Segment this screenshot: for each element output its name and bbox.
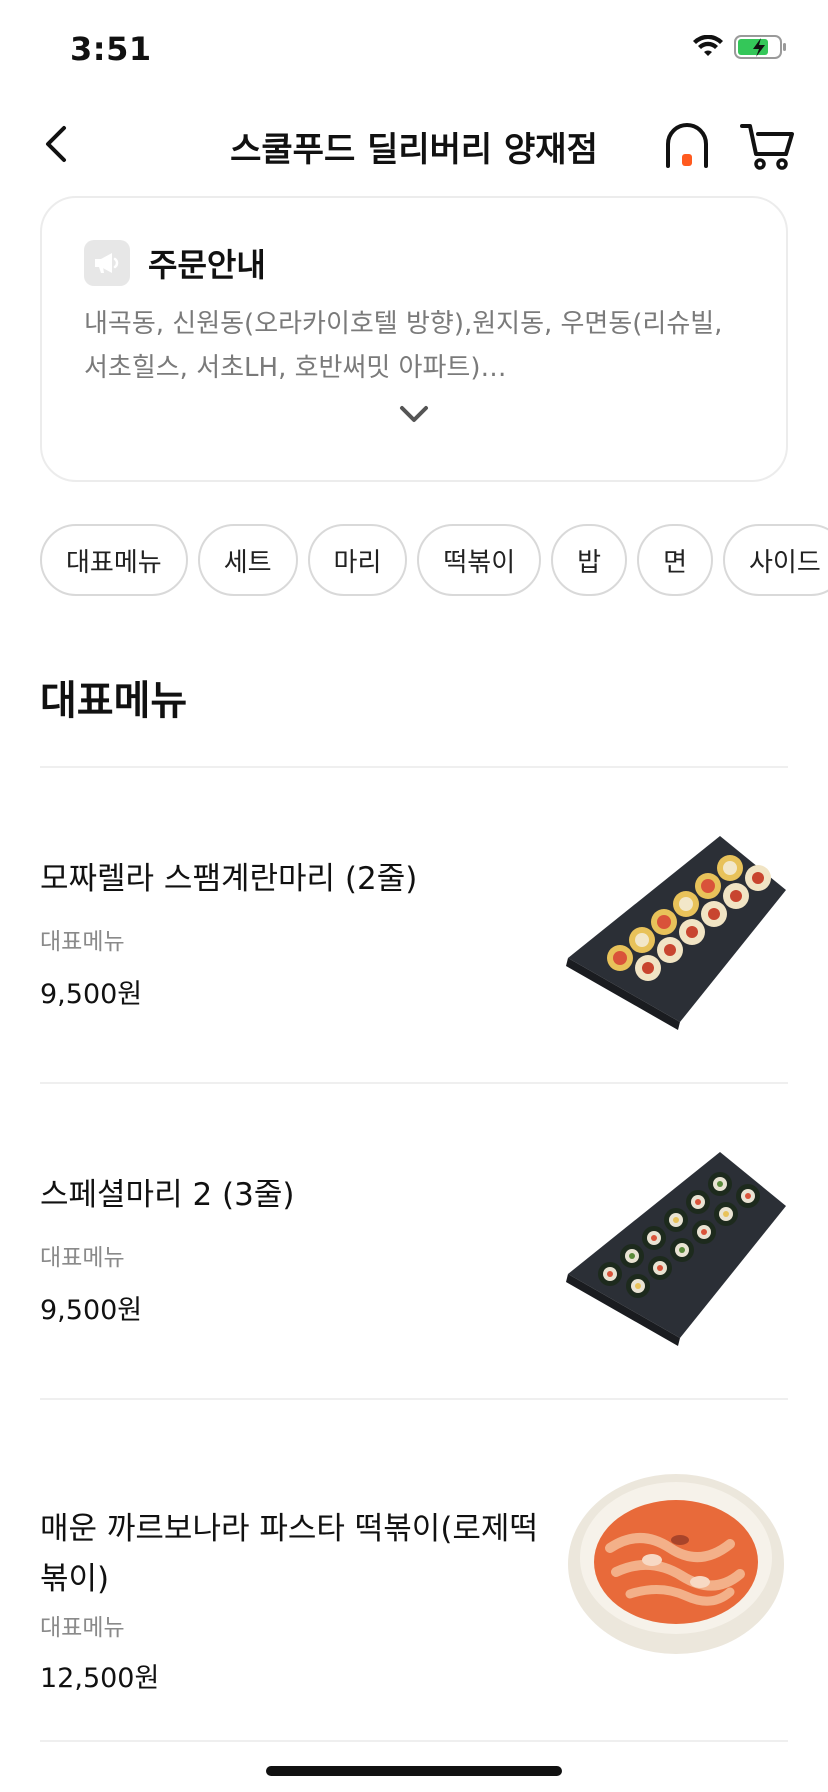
- status-time: 3:51: [70, 30, 152, 68]
- notice-text-line: 서초힐스, 서초LH, 호반써밋 아파트)…: [84, 353, 507, 383]
- menu-item-category: 대표메뉴: [40, 1615, 125, 1641]
- menu-item-name: 스페셜마리 2 (3줄): [40, 1177, 295, 1213]
- divider: [40, 1740, 788, 1742]
- notice-text-line: 내곡동, 신원동(오라카이호텔 방향),원지동, 우면동(리슈빌,: [84, 309, 723, 339]
- back-button[interactable]: [30, 118, 82, 170]
- notice-header: 주문안내: [84, 240, 266, 286]
- tab-set[interactable]: 세트: [197, 524, 298, 596]
- menu-item[interactable]: 모짜렐라 스팸계란마리 (2줄) 대표메뉴 9,500원: [0, 768, 828, 1082]
- section-title: 대표메뉴: [40, 678, 188, 724]
- category-tabs: 대표메뉴 세트 마리 떡볶이 밥 면 사이드: [40, 524, 828, 596]
- menu-item-name: 매운 까르보나라 파스타 떡볶이(로제떡 볶이): [40, 1504, 540, 1604]
- megaphone-icon: [84, 240, 130, 286]
- status-icons: [692, 34, 788, 60]
- chevron-down-icon: [400, 406, 428, 422]
- menu-item-name-line: 매운 까르보나라 파스타 떡볶이(로제떡: [40, 1511, 538, 1547]
- battery-icon: [734, 35, 786, 59]
- rose-tteokbokki-image: [568, 1474, 784, 1654]
- menu-item-category: 대표메뉴: [40, 1245, 125, 1271]
- home-icon: [666, 123, 708, 168]
- home-indicator: [266, 1766, 562, 1776]
- home-button[interactable]: [660, 118, 714, 172]
- tab-tteokbokki[interactable]: 떡볶이: [417, 524, 542, 596]
- order-notice-card[interactable]: 주문안내 내곡동, 신원동(오라카이호텔 방향),원지동, 우면동(리슈빌, 서…: [40, 196, 788, 482]
- cart-icon: [740, 124, 794, 170]
- menu-item-name: 모짜렐라 스팸계란마리 (2줄): [40, 861, 418, 897]
- status-bar: 3:51: [0, 0, 828, 100]
- tab-side[interactable]: 사이드: [722, 524, 828, 596]
- menu-item-name-line: 볶이): [40, 1561, 110, 1597]
- menu-item-category: 대표메뉴: [40, 929, 125, 955]
- kimbap-platter-image: [566, 1152, 786, 1346]
- tab-noodle[interactable]: 면: [637, 524, 713, 596]
- tab-mari[interactable]: 마리: [307, 524, 408, 596]
- tab-signature[interactable]: 대표메뉴: [40, 524, 188, 596]
- menu-item-price: 9,500원: [40, 1295, 143, 1326]
- cart-button[interactable]: [738, 118, 796, 172]
- tab-rice[interactable]: 밥: [551, 524, 628, 596]
- expand-button[interactable]: [396, 402, 432, 426]
- notice-text: 내곡동, 신원동(오라카이호텔 방향),원지동, 우면동(리슈빌, 서초힐스, …: [84, 302, 734, 390]
- page-title: 스쿨푸드 딜리버리 양재점: [230, 130, 598, 170]
- menu-item[interactable]: 매운 까르보나라 파스타 떡볶이(로제떡 볶이) 대표메뉴 12,500원: [0, 1400, 828, 1740]
- menu-item[interactable]: 스페셜마리 2 (3줄) 대표메뉴 9,500원: [0, 1084, 828, 1398]
- chevron-left-icon: [46, 126, 66, 162]
- wifi-icon: [693, 35, 723, 56]
- notice-title: 주문안내: [148, 246, 266, 284]
- nav-bar: 스쿨푸드 딜리버리 양재점: [0, 100, 828, 190]
- menu-item-price: 12,500원: [40, 1663, 160, 1694]
- kimbap-platter-image: [566, 836, 786, 1030]
- menu-item-price: 9,500원: [40, 979, 143, 1010]
